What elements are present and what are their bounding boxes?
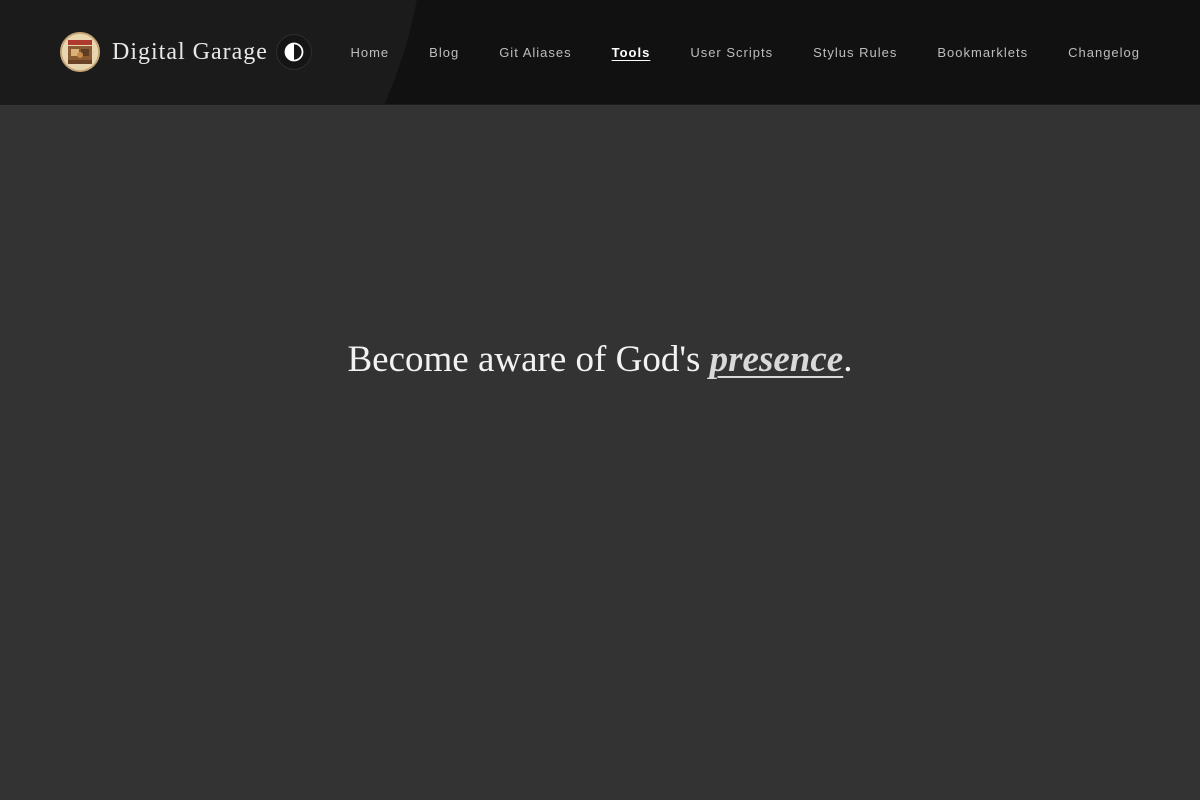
brand: Digital Garage <box>60 32 312 72</box>
contrast-icon <box>284 42 304 62</box>
nav-item-blog[interactable]: Blog <box>429 44 459 62</box>
nav-item-user-scripts[interactable]: User Scripts <box>690 44 773 62</box>
nav-item-bookmarklets[interactable]: Bookmarklets <box>937 44 1028 62</box>
site-name[interactable]: Digital Garage <box>112 39 268 66</box>
quote-emphasis-link[interactable]: presence <box>710 339 844 380</box>
quote-suffix: . <box>843 339 853 380</box>
nav-item-changelog[interactable]: Changelog <box>1068 44 1140 62</box>
nav-item-home[interactable]: Home <box>350 44 389 62</box>
nav-item-tools[interactable]: Tools <box>612 44 651 62</box>
quote-prefix: Become aware of God's <box>347 339 710 380</box>
nav-item-stylus-rules[interactable]: Stylus Rules <box>813 44 897 62</box>
nav-item-git-aliases[interactable]: Git Aliases <box>499 44 571 62</box>
site-header: Digital Garage Home Blog Git Aliases Too… <box>0 0 1200 105</box>
logo-icon[interactable] <box>60 32 100 72</box>
main-quote: Become aware of God's presence. <box>0 338 1200 382</box>
main-nav: Home Blog Git Aliases Tools User Scripts… <box>350 44 1140 62</box>
garage-logo-icon <box>62 34 98 70</box>
theme-toggle-button[interactable] <box>275 34 312 70</box>
